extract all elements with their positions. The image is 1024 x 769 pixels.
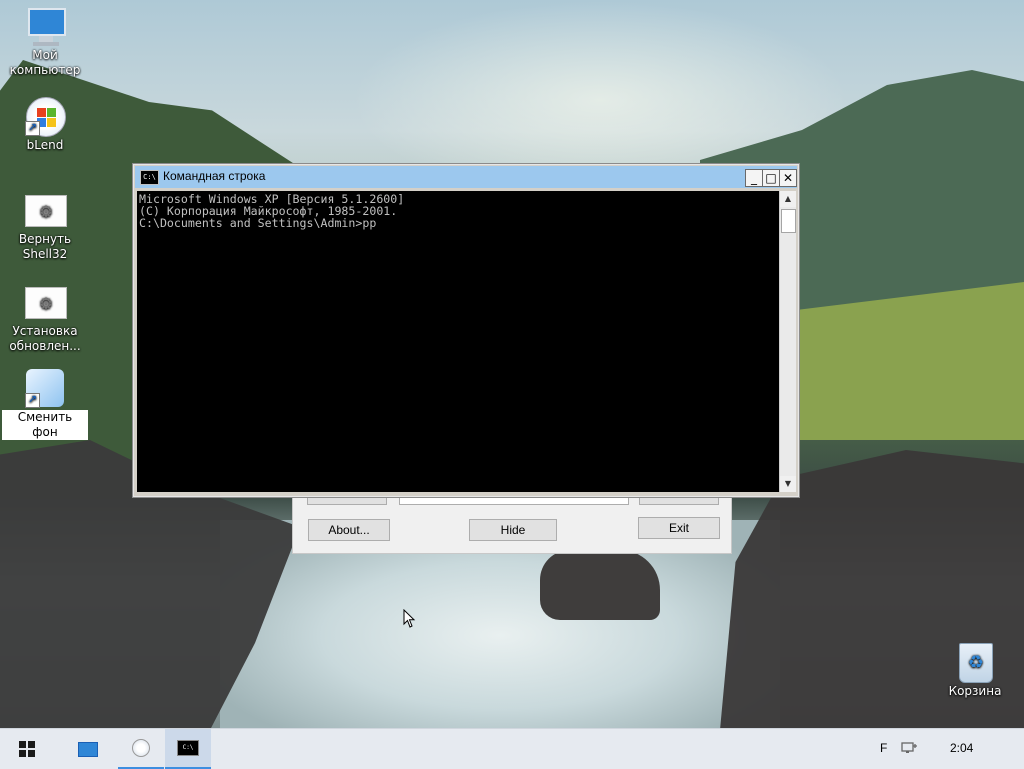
console-prompt-line: C:\Documents and Settings\Admin>pp [139,216,377,230]
shortcut-arrow-icon: ↗ [25,121,40,136]
console-output[interactable]: Microsoft Windows XP [Версия 5.1.2600] (С… [137,191,779,492]
desktop-icon-label: Корзина [948,684,1002,698]
exit-button[interactable]: Exit [638,517,720,539]
vertical-scrollbar[interactable]: ▲ ▼ [779,191,796,492]
windows-logo-icon [19,741,35,757]
window-title: Командная строка [163,169,266,183]
network-icon[interactable] [900,741,918,755]
desktop-icon-label: Мой компьютер [9,48,81,77]
hide-button[interactable]: Hide [469,519,557,541]
desktop-icon-blend[interactable]: ↗ bLend [2,96,88,153]
desktop-icon-label: Вернуть Shell32 [18,232,72,261]
desktop-icon-label: Установка обновлен... [9,324,81,353]
change-wallpaper-icon: ↗ [25,368,65,408]
command-prompt-icon: C:\ [177,740,199,756]
computer-icon [25,6,66,46]
command-prompt-icon: C:\ [140,170,159,185]
taskbar-command-prompt[interactable]: C:\ [165,729,211,769]
settings-gear-icon: ⚙ [25,282,67,322]
mouse-cursor-icon [403,609,416,628]
desktop-icon [78,741,98,757]
windows-xp-icon [132,739,150,757]
taskbar-show-desktop[interactable] [65,729,111,769]
desktop[interactable]: Мой компьютер ↗ bLend ⚙ Вернуть Shell32 … [0,0,1024,728]
scroll-down-arrow-icon[interactable]: ▼ [780,476,796,492]
desktop-icon-change-wallpaper[interactable]: ↗ Сменить фон [2,368,88,440]
command-prompt-window[interactable]: C:\ Командная строка _ □ ✕ Microsoft Win… [132,163,800,498]
desktop-icon-recycle-bin[interactable]: ♻ Корзина [932,642,1018,699]
windows-xp-icon: ↗ [25,96,66,137]
start-button[interactable] [4,729,50,769]
clock[interactable]: 2:04 [950,741,973,755]
settings-gear-icon: ⚙ [25,190,67,230]
desktop-icon-my-computer[interactable]: Мой компьютер [2,6,88,78]
recycle-bin-icon: ♻ [955,642,995,683]
language-indicator[interactable]: F [880,741,887,755]
desktop-icon-label: Сменить фон [2,410,88,440]
about-button[interactable]: About... [308,519,390,541]
maximize-button[interactable]: □ [762,169,780,187]
shortcut-arrow-icon: ↗ [25,393,40,408]
taskbar: C:\ F 2:04 [0,728,1024,769]
scroll-up-arrow-icon[interactable]: ▲ [780,191,796,207]
window-titlebar[interactable]: C:\ Командная строка _ □ ✕ [135,166,797,188]
desktop-icon-label: bLend [26,138,64,152]
desktop-icon-install-updates[interactable]: ⚙ Установка обновлен... [2,282,88,354]
close-button[interactable]: ✕ [779,169,797,187]
desktop-icon-restore-shell32[interactable]: ⚙ Вернуть Shell32 [2,190,88,262]
taskbar-blend[interactable] [118,729,164,769]
wallpaper-rock-middle [540,550,660,620]
scrollbar-thumb[interactable] [781,209,796,233]
minimize-button[interactable]: _ [745,169,763,187]
